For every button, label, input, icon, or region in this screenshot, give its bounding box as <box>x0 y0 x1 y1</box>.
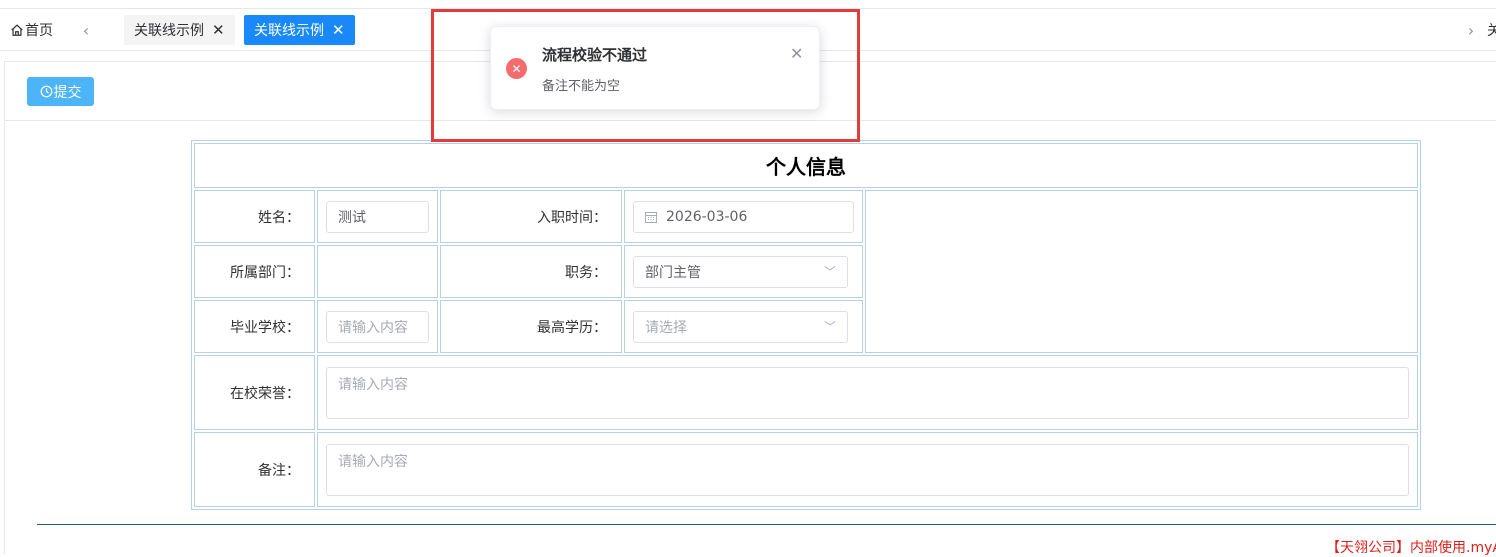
tab-related-line-1[interactable]: 关联线示例 ✕ <box>124 15 235 45</box>
education-cell: 请选择 ﹀ <box>624 300 863 353</box>
form-title: 个人信息 <box>194 143 1418 188</box>
department-label: 所属部门： <box>194 245 315 298</box>
overflow-tab-text[interactable]: 关 <box>1487 20 1496 40</box>
school-cell: 请输入内容 <box>317 300 438 353</box>
entry-date-label: 入职时间： <box>440 190 622 243</box>
education-select[interactable]: 请选择 ﹀ <box>633 310 848 343</box>
remarks-placeholder: 请输入内容 <box>338 453 408 470</box>
close-icon[interactable]: ✕ <box>332 21 345 39</box>
position-select[interactable]: 部门主管 ﹀ <box>633 255 848 288</box>
tab-label: 关联线示例 <box>134 23 204 39</box>
clock-icon <box>40 85 52 98</box>
name-input[interactable]: 测试 <box>326 200 429 233</box>
entry-date-picker[interactable]: 2026-03-06 <box>633 200 854 233</box>
school-label: 毕业学校： <box>194 300 315 353</box>
school-input[interactable]: 请输入内容 <box>326 310 429 343</box>
bottom-divider <box>37 524 1496 525</box>
name-label: 姓名： <box>194 190 315 243</box>
tab-related-line-2[interactable]: 关联线示例 ✕ <box>244 15 355 45</box>
name-value: 测试 <box>338 209 366 226</box>
entry-date-value: 2026-03-06 <box>666 208 748 225</box>
top-strip <box>0 0 1496 9</box>
department-cell <box>317 245 438 298</box>
honors-cell: 请输入内容 <box>317 355 1418 430</box>
home-tab[interactable]: 首页 <box>10 20 53 40</box>
tab-label: 关联线示例 <box>254 23 324 39</box>
calendar-icon <box>645 211 657 223</box>
submit-label: 提交 <box>53 84 82 101</box>
school-placeholder: 请输入内容 <box>338 319 408 336</box>
remarks-label: 备注： <box>194 432 315 507</box>
name-cell: 测试 <box>317 190 438 243</box>
honors-placeholder: 请输入内容 <box>338 376 408 393</box>
personal-info-form: 个人信息 姓名： 测试 入职时间： 2026-03-06 所属部门： 职务： 部… <box>191 140 1421 510</box>
scroll-right-icon[interactable]: › <box>1464 20 1478 40</box>
scroll-left-icon[interactable]: ‹ <box>79 20 93 40</box>
home-icon <box>11 24 23 36</box>
remarks-cell: 请输入内容 <box>317 432 1418 507</box>
footer-note: 【天翎公司】内部使用.myA <box>1326 540 1496 556</box>
chevron-down-icon: ﹀ <box>823 265 836 279</box>
honors-label: 在校荣誉： <box>194 355 315 430</box>
home-label: 首页 <box>25 23 53 39</box>
chevron-down-icon: ﹀ <box>823 320 836 334</box>
position-value: 部门主管 <box>645 264 701 281</box>
photo-area <box>865 190 1418 353</box>
highlight-box <box>431 9 860 142</box>
education-label: 最高学历： <box>440 300 622 353</box>
position-cell: 部门主管 ﹀ <box>624 245 863 298</box>
education-placeholder: 请选择 <box>645 319 687 336</box>
submit-button[interactable]: 提交 <box>27 77 94 106</box>
position-label: 职务： <box>440 245 622 298</box>
close-icon[interactable]: ✕ <box>212 21 225 39</box>
remarks-textarea[interactable]: 请输入内容 <box>326 443 1409 496</box>
entry-date-cell: 2026-03-06 <box>624 190 863 243</box>
honors-textarea[interactable]: 请输入内容 <box>326 366 1409 419</box>
